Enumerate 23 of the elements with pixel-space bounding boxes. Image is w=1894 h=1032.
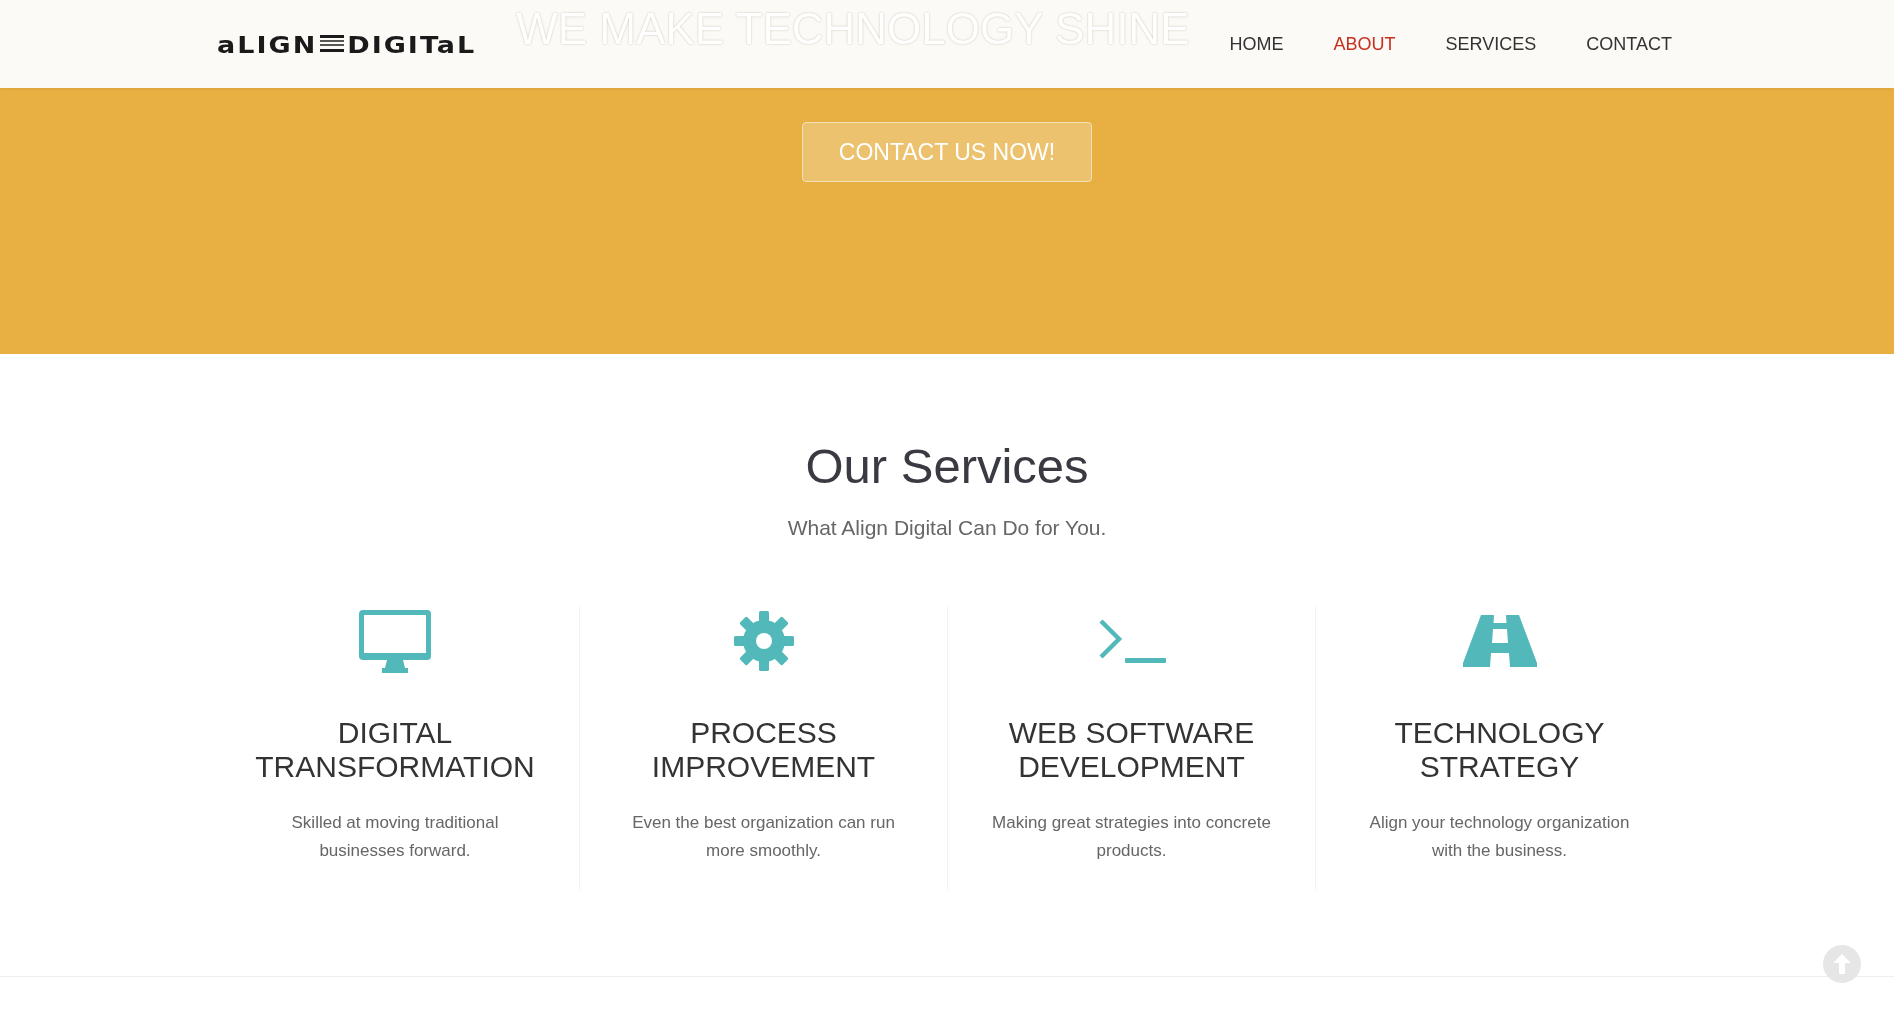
section-subtitle: What Align Digital Can Do for You. (787, 516, 1107, 540)
terminal-icon (1097, 617, 1166, 665)
service-title: TECHNOLOGY STRATEGY (1393, 716, 1606, 784)
nav-link[interactable]: SERVICES (1445, 33, 1537, 55)
section-title: Our Services (805, 438, 1089, 494)
service-title: DIGITAL TRANSFORMATION (254, 716, 536, 784)
service-description: Making great strategies into concrete products. (991, 812, 1272, 862)
gear-icon (732, 610, 795, 672)
monitor-icon (357, 608, 433, 674)
lines-icon (320, 34, 345, 54)
service-title: WEB SOFTWARE DEVELOPMENT (1007, 716, 1256, 784)
road-icon (1462, 615, 1537, 667)
service-description: Align your technology organization with the business. (1368, 812, 1631, 862)
arrow-up-icon (1832, 953, 1852, 975)
service-description: Skilled at moving traditional businesses forward. (290, 812, 500, 862)
nav-link[interactable]: ABOUT (1333, 33, 1396, 55)
scroll-top-button[interactable] (1823, 945, 1861, 983)
service-description: Even the best organization can run more smoothly. (631, 812, 896, 862)
logo-text: DIGITaL (347, 30, 477, 58)
service-title: PROCESS IMPROVEMENT (650, 716, 877, 784)
logo-text: aLIGN (217, 30, 318, 58)
nav-link[interactable]: CONTACT (1586, 33, 1672, 55)
nav-link[interactable]: HOME (1229, 33, 1284, 55)
